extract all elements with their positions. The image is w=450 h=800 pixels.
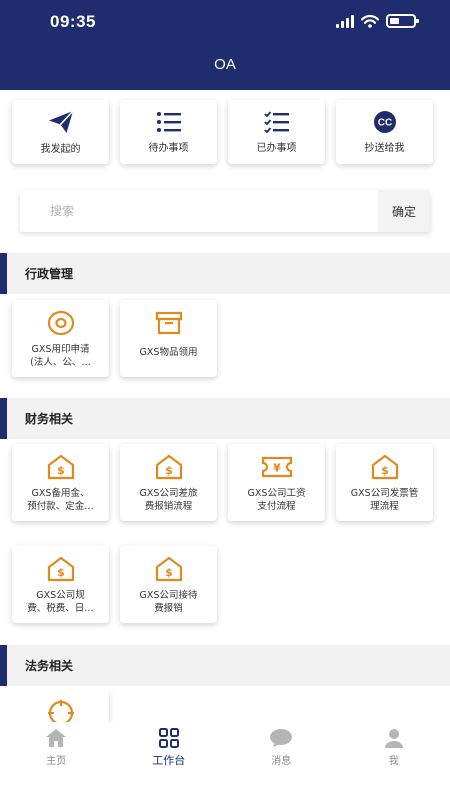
app-label: GXS公司发票管 理流程: [350, 488, 419, 512]
svg-text:CC: CC: [377, 117, 391, 128]
list-icon: [156, 111, 181, 132]
money-house-icon: $: [47, 454, 74, 480]
wifi-icon: [361, 14, 379, 28]
tab-label: 工作台: [152, 754, 186, 767]
person-icon: [384, 729, 403, 748]
page-title: OA: [214, 56, 236, 73]
quick-action-done[interactable]: 已办事项: [228, 100, 325, 164]
app-header: 09:35 OA: [0, 0, 450, 90]
app-grid-finance-row1: $ GXS备用金、 预付款、定金… $ GXS公司差旅 费报销流程 ¥ GXS公…: [12, 444, 438, 521]
svg-text:$: $: [165, 566, 173, 579]
search-confirm-button[interactable]: 确定: [378, 190, 430, 232]
yen-ticket-icon: ¥: [261, 456, 292, 478]
quick-action-label: 待办事项: [148, 142, 189, 154]
section-accent-bar: [0, 398, 7, 439]
section-title: 行政管理: [25, 267, 74, 281]
app-salary-payment[interactable]: ¥ GXS公司工资 支付流程: [228, 444, 325, 521]
app-label: GXS公司规 费、税费、日…: [27, 590, 94, 614]
section-accent-bar: [0, 645, 7, 686]
app-grid-legal: [12, 690, 438, 722]
app-label: GXS公司工资 支付流程: [247, 488, 306, 512]
svg-text:$: $: [57, 464, 65, 477]
section-title: 法务相关: [25, 659, 74, 673]
app-seal-application[interactable]: GXS用印申请 (法人、公、…: [12, 300, 109, 377]
app-label: GXS物品领用: [139, 347, 198, 358]
app-legal-item[interactable]: [12, 690, 109, 722]
crosshair-icon: [47, 700, 74, 722]
tab-label: 主页: [46, 756, 67, 767]
checklist-icon: [263, 110, 289, 133]
money-house-icon: $: [155, 454, 182, 480]
search-input[interactable]: [20, 190, 378, 232]
chat-bubble-icon: [270, 729, 293, 747]
quick-action-initiated[interactable]: 我发起的: [12, 100, 109, 164]
tab-messages[interactable]: 消息: [225, 722, 338, 800]
tab-workbench[interactable]: 工作台: [113, 722, 226, 800]
money-house-icon: $: [47, 556, 74, 582]
quick-action-todo[interactable]: 待办事项: [120, 100, 217, 164]
section-header-finance: 财务相关: [0, 398, 450, 439]
money-house-icon: $: [371, 454, 398, 480]
app-entertainment-reimbursement[interactable]: $ GXS公司接待 费报销: [120, 546, 217, 623]
app-item-requisition[interactable]: GXS物品领用: [120, 300, 217, 377]
bottom-tab-bar: 主页 工作台 消息 我: [0, 722, 450, 800]
section-accent-bar: [0, 253, 7, 294]
seal-icon: [47, 310, 74, 336]
signal-icon: [336, 14, 354, 28]
paper-plane-icon: [48, 109, 74, 133]
grid-icon: [158, 728, 179, 748]
quick-action-label: 抄送给我: [364, 142, 405, 154]
app-petty-cash[interactable]: $ GXS备用金、 预付款、定金…: [12, 444, 109, 521]
svg-text:$: $: [381, 464, 389, 477]
app-invoice-management[interactable]: $ GXS公司发票管 理流程: [336, 444, 433, 521]
quick-action-cc[interactable]: CC 抄送给我: [336, 100, 433, 164]
tab-home[interactable]: 主页: [0, 722, 113, 800]
tab-label: 消息: [271, 756, 292, 767]
status-icons: [336, 14, 419, 28]
cc-icon: CC: [373, 110, 396, 133]
quick-action-label: 已办事项: [256, 142, 297, 154]
money-house-icon: $: [155, 556, 182, 582]
home-icon: [46, 729, 67, 747]
quick-action-label: 我发起的: [40, 143, 81, 155]
svg-text:¥: ¥: [273, 462, 281, 475]
archive-box-icon: [155, 311, 182, 335]
section-header-admin: 行政管理: [0, 253, 450, 294]
tab-label: 我: [388, 756, 399, 767]
section-header-legal: 法务相关: [0, 645, 450, 686]
app-label: GXS用印申请 (法人、公、…: [30, 344, 91, 368]
app-fees-taxes[interactable]: $ GXS公司规 费、税费、日…: [12, 546, 109, 623]
app-grid-finance-row2: $ GXS公司规 费、税费、日… $ GXS公司接待 费报销: [12, 546, 438, 623]
app-label: GXS公司接待 费报销: [139, 590, 198, 614]
app-label: GXS备用金、 预付款、定金…: [27, 488, 94, 512]
app-grid-admin: GXS用印申请 (法人、公、… GXS物品领用: [12, 300, 438, 377]
quick-actions: 我发起的 待办事项 已办事项 CC 抄送给我: [12, 100, 438, 164]
svg-text:$: $: [165, 464, 173, 477]
app-label: GXS公司差旅 费报销流程: [139, 488, 198, 512]
tab-profile[interactable]: 我: [338, 722, 450, 800]
app-travel-reimbursement[interactable]: $ GXS公司差旅 费报销流程: [120, 444, 217, 521]
battery-icon: [386, 14, 419, 28]
search-bar: 确定: [20, 190, 430, 232]
section-title: 财务相关: [25, 412, 74, 426]
svg-text:$: $: [57, 566, 65, 579]
status-time: 09:35: [50, 12, 96, 31]
